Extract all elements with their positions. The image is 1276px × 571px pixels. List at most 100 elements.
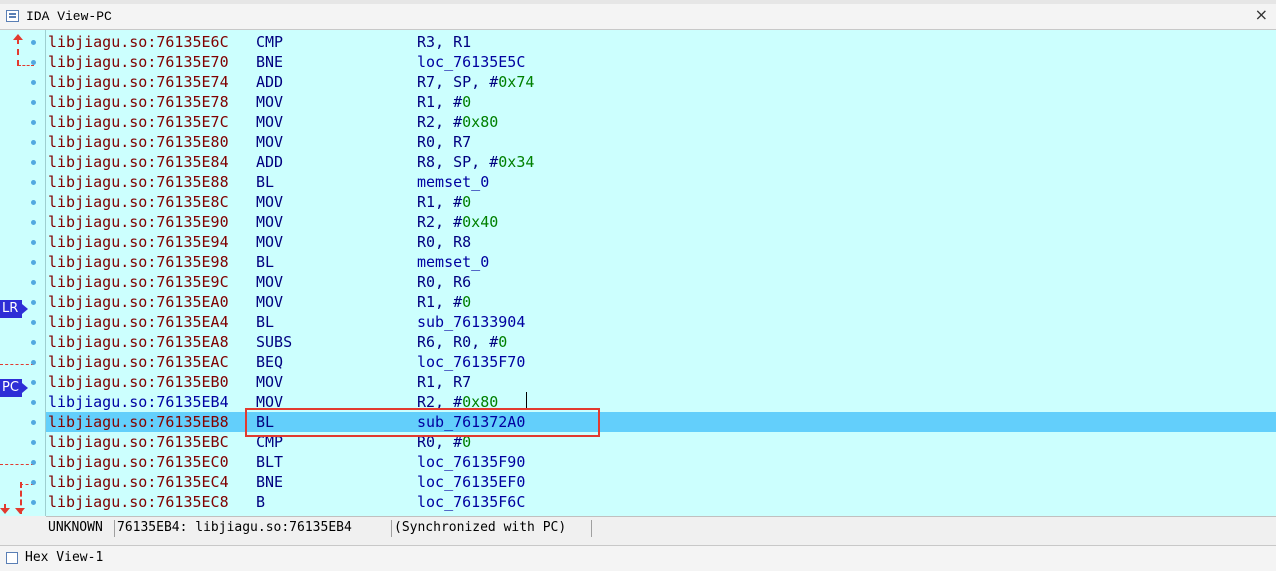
current-instruction-row[interactable]: libjiagu.so:76135EB8 BL sub_761372A0	[46, 412, 1276, 432]
instruction-address[interactable]: libjiagu.so:76135E84	[48, 152, 229, 172]
instruction-mnemonic[interactable]: BL	[256, 312, 274, 332]
instruction-row[interactable]: libjiagu.so:76135EA0 MOV R1, #0	[46, 292, 1276, 312]
instruction-row[interactable]: libjiagu.so:76135E70 BNE loc_76135E5C	[46, 52, 1276, 72]
breakpoint-bullet-icon[interactable]	[31, 60, 36, 65]
instruction-row[interactable]: libjiagu.so:76135E8C MOV R1, #0	[46, 192, 1276, 212]
breakpoint-bullet-icon[interactable]	[31, 80, 36, 85]
instruction-row[interactable]: libjiagu.so:76135E9C MOV R0, R6	[46, 272, 1276, 292]
breakpoint-bullet-icon[interactable]	[31, 500, 36, 505]
instruction-mnemonic[interactable]: ADD	[256, 152, 283, 172]
breakpoint-bullet-icon[interactable]	[31, 220, 36, 225]
breakpoint-bullet-icon[interactable]	[31, 440, 36, 445]
instruction-operands[interactable]: R1, #0	[417, 292, 471, 312]
hex-view-label[interactable]: Hex View-1	[25, 550, 103, 565]
instruction-operands[interactable]: R1, #0	[417, 192, 471, 212]
breakpoint-bullet-icon[interactable]	[31, 420, 36, 425]
breakpoint-bullet-icon[interactable]	[31, 360, 36, 365]
hex-view-tab[interactable]: Hex View-1	[0, 545, 1276, 571]
breakpoint-bullet-icon[interactable]	[31, 140, 36, 145]
instruction-operands[interactable]: R1, #0	[417, 92, 471, 112]
instruction-address[interactable]: libjiagu.so:76135E98	[48, 252, 229, 272]
instruction-row[interactable]: libjiagu.so:76135EBC CMP R0, #0	[46, 432, 1276, 452]
instruction-mnemonic[interactable]: MOV	[256, 132, 283, 152]
instruction-operands[interactable]: R0, R7	[417, 132, 471, 152]
instruction-address[interactable]: libjiagu.so:76135E90	[48, 212, 229, 232]
window-title[interactable]: IDA View-PC	[26, 9, 112, 24]
instruction-address[interactable]: libjiagu.so:76135EB0	[48, 372, 229, 392]
instruction-operands[interactable]: memset_0	[417, 172, 489, 192]
instruction-operands[interactable]: memset_0	[417, 252, 489, 272]
instruction-operands[interactable]: R6, R0, #0	[417, 332, 507, 352]
close-icon[interactable]: ×	[1255, 7, 1268, 23]
breakpoint-bullet-icon[interactable]	[31, 40, 36, 45]
instruction-address[interactable]: libjiagu.so:76135EC0	[48, 452, 229, 472]
instruction-mnemonic[interactable]: BNE	[256, 52, 283, 72]
instruction-mnemonic[interactable]: BLT	[256, 452, 283, 472]
operand-symbol[interactable]: memset_0	[417, 253, 489, 271]
instruction-address[interactable]: libjiagu.so:76135EAC	[48, 352, 229, 372]
instruction-address[interactable]: libjiagu.so:76135EA8	[48, 332, 229, 352]
instruction-address[interactable]: libjiagu.so:76135EBC	[48, 432, 229, 452]
instruction-address[interactable]: libjiagu.so:76135E94	[48, 232, 229, 252]
instruction-row[interactable]: libjiagu.so:76135E6C CMP R3, R1	[46, 32, 1276, 52]
instruction-mnemonic[interactable]: SUBS	[256, 332, 292, 352]
instruction-mnemonic[interactable]: BNE	[256, 472, 283, 492]
instruction-mnemonic[interactable]: MOV	[256, 112, 283, 132]
breakpoint-bullet-icon[interactable]	[31, 340, 36, 345]
instruction-mnemonic[interactable]: BL	[256, 252, 274, 272]
instruction-row[interactable]: libjiagu.so:76135EB4 MOV R2, #0x80	[46, 392, 1276, 412]
instruction-operands[interactable]: loc_76135EF0	[417, 472, 525, 492]
breakpoint-bullet-icon[interactable]	[31, 260, 36, 265]
instruction-row[interactable]: libjiagu.so:76135E74 ADD R7, SP, #0x74	[46, 72, 1276, 92]
instruction-row[interactable]: libjiagu.so:76135EC4 BNE loc_76135EF0	[46, 472, 1276, 492]
breakpoint-bullet-icon[interactable]	[31, 480, 36, 485]
instruction-address[interactable]: libjiagu.so:76135EA4	[48, 312, 229, 332]
instruction-operands[interactable]: R0, R8	[417, 232, 471, 252]
instruction-address[interactable]: libjiagu.so:76135E78	[48, 92, 229, 112]
instruction-operands[interactable]: loc_76135F6C	[417, 492, 525, 512]
instruction-operands[interactable]: R0, R6	[417, 272, 471, 292]
breakpoint-bullet-icon[interactable]	[31, 240, 36, 245]
instruction-address[interactable]: libjiagu.so:76135E70	[48, 52, 229, 72]
instruction-mnemonic[interactable]: CMP	[256, 32, 283, 52]
operand-symbol[interactable]: memset_0	[417, 173, 489, 191]
instruction-row[interactable]: libjiagu.so:76135EC0 BLT loc_76135F90	[46, 452, 1276, 472]
instruction-address[interactable]: libjiagu.so:76135EA0	[48, 292, 229, 312]
instruction-address[interactable]: libjiagu.so:76135E7C	[48, 112, 229, 132]
instruction-operands[interactable]: loc_76135F70	[417, 352, 525, 372]
breakpoint-bullet-icon[interactable]	[31, 160, 36, 165]
instruction-address[interactable]: libjiagu.so:76135EB8	[48, 412, 229, 432]
instruction-operands[interactable]: R8, SP, #0x34	[417, 152, 534, 172]
instruction-address[interactable]: libjiagu.so:76135E80	[48, 132, 229, 152]
operand-symbol[interactable]: loc_76135F90	[417, 453, 525, 471]
instruction-row[interactable]: libjiagu.so:76135EB0 MOV R1, R7	[46, 372, 1276, 392]
instruction-operands[interactable]: R7, SP, #0x74	[417, 72, 534, 92]
instruction-mnemonic[interactable]: MOV	[256, 192, 283, 212]
instruction-mnemonic[interactable]: MOV	[256, 212, 283, 232]
operand-symbol[interactable]: loc_76135EF0	[417, 473, 525, 491]
instruction-mnemonic[interactable]: MOV	[256, 292, 283, 312]
instruction-mnemonic[interactable]: BL	[256, 172, 274, 192]
instruction-row[interactable]: libjiagu.so:76135E7C MOV R2, #0x80	[46, 112, 1276, 132]
instruction-row[interactable]: libjiagu.so:76135E78 MOV R1, #0	[46, 92, 1276, 112]
instruction-address[interactable]: libjiagu.so:76135E74	[48, 72, 229, 92]
instruction-row[interactable]: libjiagu.so:76135E88 BL memset_0	[46, 172, 1276, 192]
operand-symbol[interactable]: loc_76135F6C	[417, 493, 525, 511]
breakpoint-bullet-icon[interactable]	[31, 320, 36, 325]
operand-symbol[interactable]: loc_76135F70	[417, 353, 525, 371]
instruction-address[interactable]: libjiagu.so:76135EB4	[48, 392, 229, 412]
instruction-address[interactable]: libjiagu.so:76135E6C	[48, 32, 229, 52]
instruction-mnemonic[interactable]: MOV	[256, 232, 283, 252]
instruction-address[interactable]: libjiagu.so:76135EC8	[48, 492, 229, 512]
operand-symbol[interactable]: sub_76133904	[417, 313, 525, 331]
breakpoint-bullet-icon[interactable]	[31, 180, 36, 185]
instruction-row[interactable]: libjiagu.so:76135EA8 SUBS R6, R0, #0	[46, 332, 1276, 352]
breakpoint-bullet-icon[interactable]	[31, 460, 36, 465]
breakpoint-bullet-icon[interactable]	[31, 120, 36, 125]
breakpoint-bullet-icon[interactable]	[31, 300, 36, 305]
breakpoint-bullet-icon[interactable]	[31, 380, 36, 385]
instruction-mnemonic[interactable]: MOV	[256, 372, 283, 392]
instruction-row[interactable]: libjiagu.so:76135E90 MOV R2, #0x40	[46, 212, 1276, 232]
instruction-mnemonic[interactable]: B	[256, 492, 265, 512]
breakpoint-bullet-icon[interactable]	[31, 400, 36, 405]
